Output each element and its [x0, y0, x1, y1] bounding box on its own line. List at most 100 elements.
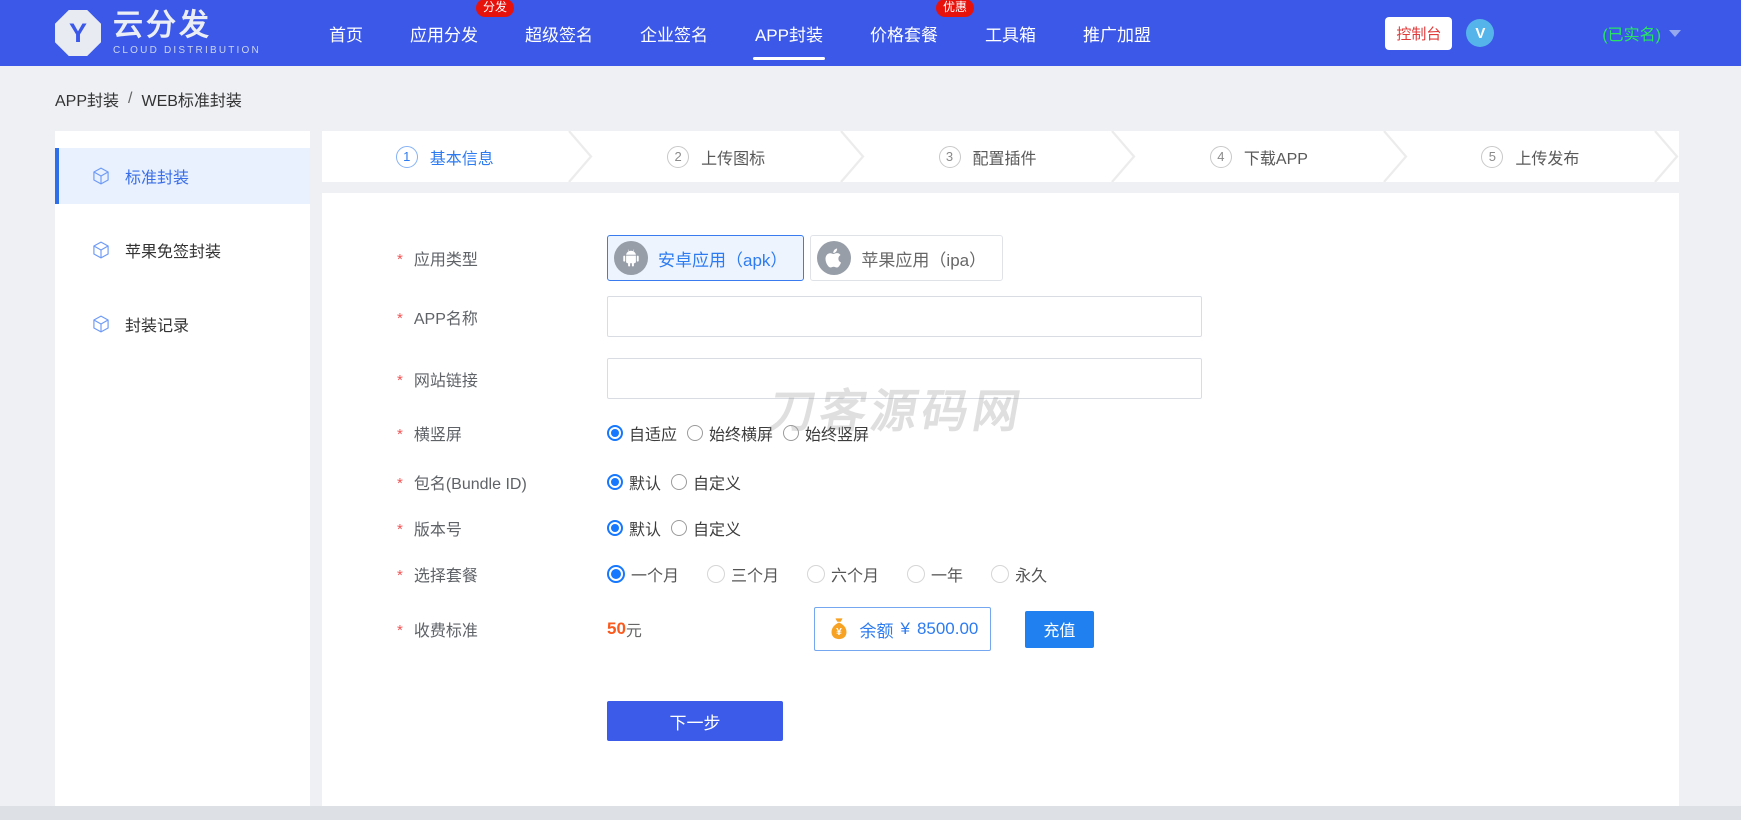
step-number: 4: [1209, 145, 1232, 168]
step-configure-plugins[interactable]: 3 配置插件: [865, 131, 1110, 182]
distribution-badge: 分发: [475, 0, 514, 17]
form-row-bundle-id: * 包名(Bundle ID) 默认 自定义: [322, 470, 1679, 494]
required-marker: *: [397, 371, 403, 389]
breadcrumb-section[interactable]: APP封装: [55, 87, 119, 111]
nav-item-home[interactable]: 首页: [329, 15, 363, 52]
step-number: 3: [938, 145, 961, 168]
app-type-ios-button[interactable]: 苹果应用（ipa）: [810, 235, 1004, 281]
step-chevron-icon: [567, 131, 593, 182]
nav-item-super-signature[interactable]: 超级签名: [525, 15, 593, 52]
nav-item-affiliate[interactable]: 推广加盟: [1083, 15, 1151, 52]
recharge-button[interactable]: 充值: [1024, 610, 1094, 648]
radio-bundle-default[interactable]: 默认: [607, 470, 661, 494]
main-nav: 首页 应用分发 分发 超级签名 企业签名 APP封装 价格套餐 优惠 工具箱 推…: [329, 0, 1151, 60]
sidebar-item-label: 苹果免签封装: [125, 244, 222, 261]
sidebar-item-packaging-records[interactable]: 封装记录: [55, 296, 310, 352]
svg-text:¥: ¥: [837, 627, 843, 638]
radio-version-default[interactable]: 默认: [607, 516, 661, 540]
field-label: * 收费标准: [397, 622, 478, 640]
radio-orientation-portrait[interactable]: 始终竖屏: [783, 421, 869, 445]
radio-icon: [687, 425, 704, 441]
balance-box[interactable]: ¥ 余额 ¥8500.00: [813, 607, 991, 651]
form-panel: 刀客源码网 * 应用类型 安卓应用（apk） 苹果应用（ipa） * APP名称…: [322, 193, 1679, 816]
required-marker: *: [397, 622, 403, 639]
sidebar-item-label: 封装记录: [125, 318, 190, 335]
brand-logo[interactable]: Y 云分发 CLOUD DISTRIBUTION: [55, 10, 261, 56]
step-chevron-icon: [1382, 131, 1408, 182]
step-upload-publish[interactable]: 5 上传发布: [1408, 131, 1653, 182]
required-marker: *: [397, 521, 403, 538]
step-label: 上传发布: [1515, 150, 1580, 168]
radio-orientation-adaptive[interactable]: 自适应: [607, 421, 677, 445]
nav-item-toolbox[interactable]: 工具箱: [985, 15, 1036, 52]
nav-item-app-packaging[interactable]: APP封装: [752, 15, 826, 60]
radio-icon: [707, 565, 726, 583]
field-label: * 横竖屏: [397, 426, 462, 444]
step-upload-icon[interactable]: 2 上传图标: [593, 131, 838, 182]
next-step-button[interactable]: 下一步: [607, 701, 783, 741]
cube-icon: [93, 315, 109, 333]
form-row-version: * 版本号 默认 自定义: [322, 516, 1679, 540]
step-wizard: 1 基本信息 2 上传图标 3 配置插件 4 下载APP 5 上传发布: [322, 131, 1679, 182]
radio-bundle-custom[interactable]: 自定义: [671, 470, 741, 494]
step-label: 上传图标: [701, 150, 766, 168]
step-number: 1: [395, 145, 418, 168]
apple-icon: [817, 241, 852, 275]
verified-status-label: (已实名): [1602, 27, 1661, 44]
radio-icon: [607, 425, 623, 441]
field-label: * 应用类型: [397, 251, 478, 269]
radio-version-custom[interactable]: 自定义: [671, 516, 741, 540]
step-chevron-icon: [1110, 131, 1136, 182]
navbar-right: 控制台 V (已实名): [1385, 16, 1681, 50]
console-button[interactable]: 控制台: [1385, 16, 1453, 50]
step-label: 下载APP: [1243, 150, 1308, 168]
footer-strip: [0, 806, 1741, 820]
chevron-down-icon: [1669, 29, 1681, 37]
radio-orientation-landscape[interactable]: 始终横屏: [687, 421, 773, 445]
balance-amount: 8500.00: [916, 619, 979, 638]
radio-icon: [991, 565, 1010, 583]
nav-item-app-distribution[interactable]: 应用分发 分发: [410, 0, 514, 52]
site-url-input[interactable]: [607, 358, 1202, 399]
breadcrumb: APP封装 / WEB标准封装: [0, 66, 1741, 131]
step-number: 2: [667, 145, 690, 168]
main-column: 1 基本信息 2 上传图标 3 配置插件 4 下载APP 5 上传发布 刀客源码…: [322, 131, 1679, 816]
form-row-app-type: * 应用类型 安卓应用（apk） 苹果应用（ipa）: [322, 235, 1679, 281]
form-row-site-url: * 网站链接: [322, 358, 1679, 399]
radio-plan-three-months[interactable]: 三个月: [707, 562, 779, 586]
app-type-android-button[interactable]: 安卓应用（apk）: [607, 235, 805, 281]
radio-icon: [607, 565, 625, 583]
money-bag-icon: ¥: [831, 618, 847, 640]
balance-currency: ¥: [900, 619, 910, 638]
form-row-orientation: * 横竖屏 自适应 始终横屏 始终竖屏: [322, 421, 1679, 445]
nav-item-pricing[interactable]: 价格套餐 优惠: [870, 0, 974, 52]
step-label: 基本信息: [429, 150, 494, 168]
android-icon: [614, 241, 648, 275]
step-download-app[interactable]: 4 下载APP: [1136, 131, 1381, 182]
app-name-input[interactable]: [607, 296, 1202, 337]
step-number: 5: [1481, 145, 1504, 168]
radio-plan-one-month[interactable]: 一个月: [607, 562, 679, 586]
sidebar-item-label: 标准封装: [125, 170, 190, 187]
user-status-dropdown[interactable]: (已实名): [1602, 21, 1681, 45]
field-label: * 网站链接: [397, 371, 478, 390]
nav-item-enterprise-signature[interactable]: 企业签名: [640, 15, 708, 52]
radio-plan-one-year[interactable]: 一年: [907, 562, 963, 586]
required-marker: *: [397, 426, 403, 443]
user-avatar[interactable]: V: [1466, 19, 1495, 47]
radio-plan-forever[interactable]: 永久: [991, 562, 1047, 586]
field-label: * 包名(Bundle ID): [397, 475, 527, 493]
content-area: 标准封装 苹果免签封装 封装记录 1 基本信息 2 上传图标 3 配置插件 4 …: [0, 131, 1741, 816]
breadcrumb-separator: /: [128, 89, 133, 107]
radio-icon: [671, 520, 688, 536]
sidebar-item-standard-packaging[interactable]: 标准封装: [55, 148, 310, 204]
top-navbar: Y 云分发 CLOUD DISTRIBUTION 首页 应用分发 分发 超级签名…: [0, 0, 1741, 66]
price-amount: 50: [607, 619, 626, 638]
step-basic-info[interactable]: 1 基本信息: [322, 131, 567, 182]
sidebar-item-apple-free-sign[interactable]: 苹果免签封装: [55, 222, 310, 278]
radio-plan-six-months[interactable]: 六个月: [807, 562, 879, 586]
sidebar: 标准封装 苹果免签封装 封装记录: [55, 131, 310, 816]
form-row-submit: 下一步: [322, 701, 1679, 741]
brand-logo-icon: Y: [55, 10, 101, 56]
required-marker: *: [397, 251, 403, 268]
